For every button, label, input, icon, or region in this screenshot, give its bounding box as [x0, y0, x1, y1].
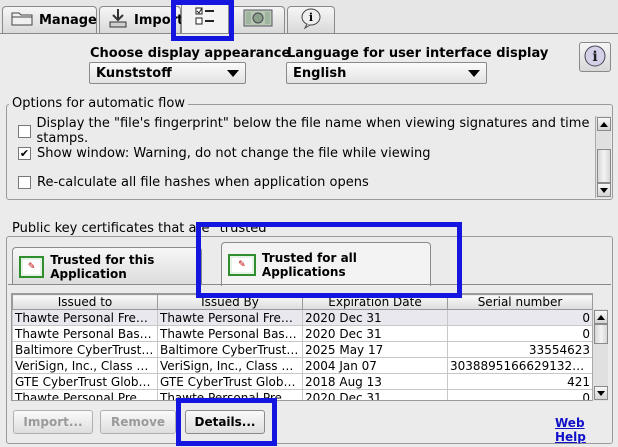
cell-serial: 33554623	[447, 341, 592, 358]
language-select[interactable]: English	[286, 62, 487, 84]
tab-import-label: Import	[134, 12, 184, 28]
fingerprint-checkbox[interactable]	[18, 124, 31, 138]
show-warning-checkbox[interactable]: ✔	[18, 147, 31, 160]
table-header-row: Issued to Issued By Expiration Date Seri…	[12, 294, 592, 310]
column-header-issued-by[interactable]: Issued By	[157, 294, 303, 310]
cell-issued-to: Thawte Personal Basic ...	[12, 325, 158, 342]
table-row[interactable]: Thawte Personal Premi... Thawte Personal…	[12, 389, 592, 400]
scroll-up-button[interactable]	[594, 310, 608, 324]
info-button[interactable]: i	[579, 42, 611, 72]
cell-issued-by: Thawte Personal Premi...	[157, 389, 303, 400]
table-row[interactable]: VeriSign, Inc., Class 3 P... VeriSign, I…	[12, 357, 592, 374]
scroll-thumb[interactable]	[597, 149, 611, 183]
scroll-down-button[interactable]	[594, 386, 608, 400]
cell-serial: 0	[447, 325, 592, 342]
table-row[interactable]: Thawte Personal Freem... Thawte Personal…	[12, 309, 592, 326]
option-fingerprint-label: Display the "file's fingerprint" below t…	[36, 116, 590, 146]
remove-button[interactable]: Remove	[100, 410, 176, 434]
tab-trusted-this-app[interactable]: ✎ Trusted for this Application	[12, 247, 202, 285]
column-header-issued-to[interactable]: Issued to	[12, 294, 158, 310]
tab-banknote[interactable]	[231, 6, 285, 33]
language-label: Language for user interface display	[287, 46, 549, 61]
cell-serial: 0	[447, 309, 592, 326]
cell-serial: 303889516662913207...	[447, 357, 592, 374]
cert-tab-border	[8, 284, 611, 285]
cell-issued-to: Baltimore CyberTrust C...	[12, 341, 158, 358]
cell-expiration: 2020 Dec 31	[302, 389, 448, 400]
cell-expiration: 2018 Aug 13	[302, 373, 448, 390]
tab-manage-label: Manage	[39, 12, 97, 28]
cell-expiration: 2004 Jan 07	[302, 357, 448, 374]
import-button[interactable]: Import...	[13, 410, 93, 434]
cell-issued-to: GTE CyberTrust Global ...	[12, 373, 158, 390]
scroll-thumb[interactable]	[594, 324, 608, 344]
folder-icon	[11, 10, 33, 30]
table-scrollbar[interactable]	[592, 309, 608, 401]
column-header-serial[interactable]: Serial number	[447, 294, 592, 310]
tab-options[interactable]	[181, 2, 229, 34]
appearance-select[interactable]: Kunststoff	[89, 62, 246, 84]
web-help-link[interactable]: Web Help	[555, 416, 618, 444]
recalculate-checkbox[interactable]	[18, 176, 31, 189]
option-recalculate[interactable]: Re-calculate all file hashes when applic…	[18, 175, 369, 190]
cell-serial: 0	[447, 389, 592, 400]
cell-issued-to: VeriSign, Inc., Class 3 P...	[12, 357, 158, 374]
arrow-down-icon	[600, 187, 608, 193]
certs-title: Public key certificates that are "truste…	[9, 221, 276, 236]
appearance-value: Kunststoff	[96, 65, 172, 81]
appearance-label: Choose display appearance	[90, 46, 291, 61]
cell-issued-by: Baltimore CyberTrust C...	[157, 341, 303, 358]
info-icon: i	[583, 44, 607, 71]
cell-expiration: 2020 Dec 31	[302, 309, 448, 326]
tab-info[interactable]: i	[287, 6, 335, 33]
tab-import[interactable]: Import	[99, 6, 184, 33]
options-title: Options for automatic flow	[9, 96, 188, 111]
option-show-warning-label: Show window: Warning, do not change the …	[37, 146, 431, 161]
cell-serial: 421	[447, 373, 592, 390]
options-scrollbar[interactable]	[595, 116, 611, 198]
cert-table[interactable]: Issued to Issued By Expiration Date Seri…	[11, 293, 593, 401]
cell-issued-by: Thawte Personal Freem...	[157, 309, 303, 326]
arrow-down-icon	[597, 390, 605, 396]
info-bubble-icon: i	[300, 7, 322, 33]
option-recalculate-label: Re-calculate all file hashes when applic…	[37, 175, 369, 190]
option-show-warning[interactable]: ✔ Show window: Warning, do not change th…	[18, 146, 430, 161]
chevron-down-icon	[227, 69, 239, 77]
banknote-icon	[243, 8, 273, 32]
tab-manage[interactable]: Manage	[2, 6, 97, 33]
language-value: English	[293, 65, 347, 81]
scroll-up-button[interactable]	[597, 117, 611, 131]
certificate-icon: ✎	[228, 253, 256, 276]
option-fingerprint[interactable]: Display the "file's fingerprint" below t…	[18, 116, 618, 146]
chevron-down-icon	[468, 69, 480, 77]
details-button[interactable]: Details...	[185, 410, 265, 434]
svg-text:i: i	[309, 11, 313, 24]
tab-trusted-all-apps[interactable]: ✎ Trusted for all Applications	[221, 242, 431, 286]
tab-trusted-all-apps-label: Trusted for all Applications	[261, 250, 357, 279]
cell-issued-by: GTE CyberTrust Global ...	[157, 373, 303, 390]
import-arrow-icon	[108, 8, 128, 32]
arrow-up-icon	[597, 314, 605, 320]
cell-issued-by: VeriSign, Inc., Class 3 P...	[157, 357, 303, 374]
table-row[interactable]: Baltimore CyberTrust C... Baltimore Cybe…	[12, 341, 592, 358]
table-row[interactable]: GTE CyberTrust Global ... GTE CyberTrust…	[12, 373, 592, 390]
cell-issued-by: Thawte Personal Basic ...	[157, 325, 303, 342]
column-header-expiration[interactable]: Expiration Date	[302, 294, 448, 310]
svg-text:i: i	[592, 49, 597, 65]
table-row[interactable]: Thawte Personal Basic ... Thawte Persona…	[12, 325, 592, 342]
cell-issued-to: Thawte Personal Premi...	[12, 389, 158, 400]
cell-expiration: 2020 Dec 31	[302, 325, 448, 342]
scroll-down-button[interactable]	[597, 183, 611, 197]
cell-issued-to: Thawte Personal Freem...	[12, 309, 158, 326]
tab-panel-border	[0, 33, 618, 34]
checklist-icon	[194, 6, 216, 32]
arrow-up-icon	[600, 121, 608, 127]
certificate-icon: ✎	[19, 255, 45, 278]
tab-trusted-this-app-label: Trusted for this Application	[50, 252, 155, 281]
cell-expiration: 2025 May 17	[302, 341, 448, 358]
